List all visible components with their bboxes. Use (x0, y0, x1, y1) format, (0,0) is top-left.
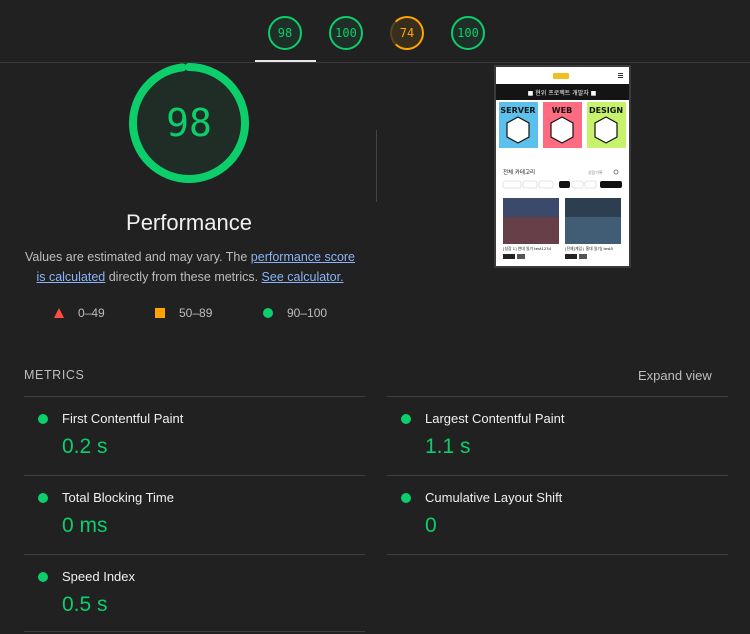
pass-indicator-icon (401, 493, 411, 503)
final-screenshot[interactable]: ■ 현위 프로젝트 개발자 ■ SERVER WEB DESIGN 전체 카테고… (494, 65, 631, 268)
legend-pass-label: 90–100 (287, 306, 328, 320)
pass-indicator-icon (38, 572, 48, 582)
metric-first-contentful-paint: First Contentful Paint 0.2 s (24, 398, 364, 476)
calculator-link[interactable]: See calculator. (262, 270, 344, 284)
svg-text:■ 현위 프로젝트 개발자 ■: ■ 현위 프로젝트 개발자 ■ (528, 89, 597, 97)
svg-text:전체 카테고리: 전체 카테고리 (503, 168, 535, 176)
divider (24, 475, 365, 476)
metric-label: Cumulative Layout Shift (425, 490, 563, 505)
pass-indicator-icon (38, 414, 48, 424)
divider (387, 475, 728, 476)
active-tab-indicator (255, 60, 316, 62)
tab-performance-score[interactable]: 98 (268, 16, 302, 50)
svg-text:성장기록: 성장기록 (588, 169, 603, 175)
metric-value: 0.2 s (62, 435, 108, 458)
category-tabs: 98 100 74 100 (0, 0, 750, 63)
svg-text:SERVER: SERVER (500, 106, 535, 115)
metric-speed-index: Speed Index 0.5 s (24, 556, 364, 634)
pass-indicator-icon (401, 414, 411, 424)
tab-best-practices-score[interactable]: 74 (390, 16, 424, 50)
metric-cumulative-layout-shift: Cumulative Layout Shift 0 (387, 477, 727, 555)
legend-average: 50–89 (155, 306, 212, 320)
final-screenshot-image: ■ 현위 프로젝트 개발자 ■ SERVER WEB DESIGN 전체 카테고… (496, 67, 629, 266)
divider (24, 554, 365, 555)
performance-title: Performance (126, 210, 252, 235)
divider (387, 396, 728, 397)
divider (376, 130, 377, 202)
divider (24, 396, 365, 397)
legend-pass: 90–100 (263, 306, 327, 320)
metric-value: 1.1 s (425, 435, 471, 458)
tab-accessibility-score[interactable]: 100 (329, 16, 363, 50)
metric-largest-contentful-paint: Largest Contentful Paint 1.1 s (387, 398, 727, 476)
legend-fail: 0–49 (54, 306, 105, 320)
tab-seo-score[interactable]: 100 (451, 16, 485, 50)
legend-fail-label: 0–49 (78, 306, 105, 320)
svg-text:DESIGN: DESIGN (589, 106, 623, 115)
metrics-header: METRICS (24, 368, 85, 382)
legend-average-label: 50–89 (179, 306, 213, 320)
score-description: Values are estimated and may vary. The p… (24, 247, 356, 287)
triangle-icon (54, 308, 64, 318)
metric-total-blocking-time: Total Blocking Time 0 ms (24, 477, 364, 555)
metric-value: 0 ms (62, 514, 108, 537)
svg-text:[전체]게임 | 홈대 일기] test5: [전체]게임 | 홈대 일기] test5 (565, 246, 614, 251)
metric-label: Total Blocking Time (62, 490, 174, 505)
metric-label: Speed Index (62, 569, 136, 584)
metric-label: Largest Contentful Paint (425, 411, 565, 426)
metric-value: 0.5 s (62, 593, 108, 616)
square-icon (155, 308, 165, 318)
divider (387, 554, 728, 555)
svg-text:[성장 1] 연대 일기 test1234: [성장 1] 연대 일기 test1234 (503, 246, 552, 251)
description-prefix: Values are estimated and may vary. The (24, 250, 251, 264)
metric-value: 0 (425, 514, 437, 537)
metric-label: First Contentful Paint (62, 411, 184, 426)
description-middle: directly from these metrics. (105, 270, 262, 284)
divider (24, 631, 365, 632)
expand-view-button[interactable]: Expand view (638, 368, 712, 383)
performance-score: 98 (166, 101, 212, 145)
svg-text:WEB: WEB (552, 106, 572, 115)
pass-indicator-icon (38, 493, 48, 503)
circle-icon (263, 308, 273, 318)
